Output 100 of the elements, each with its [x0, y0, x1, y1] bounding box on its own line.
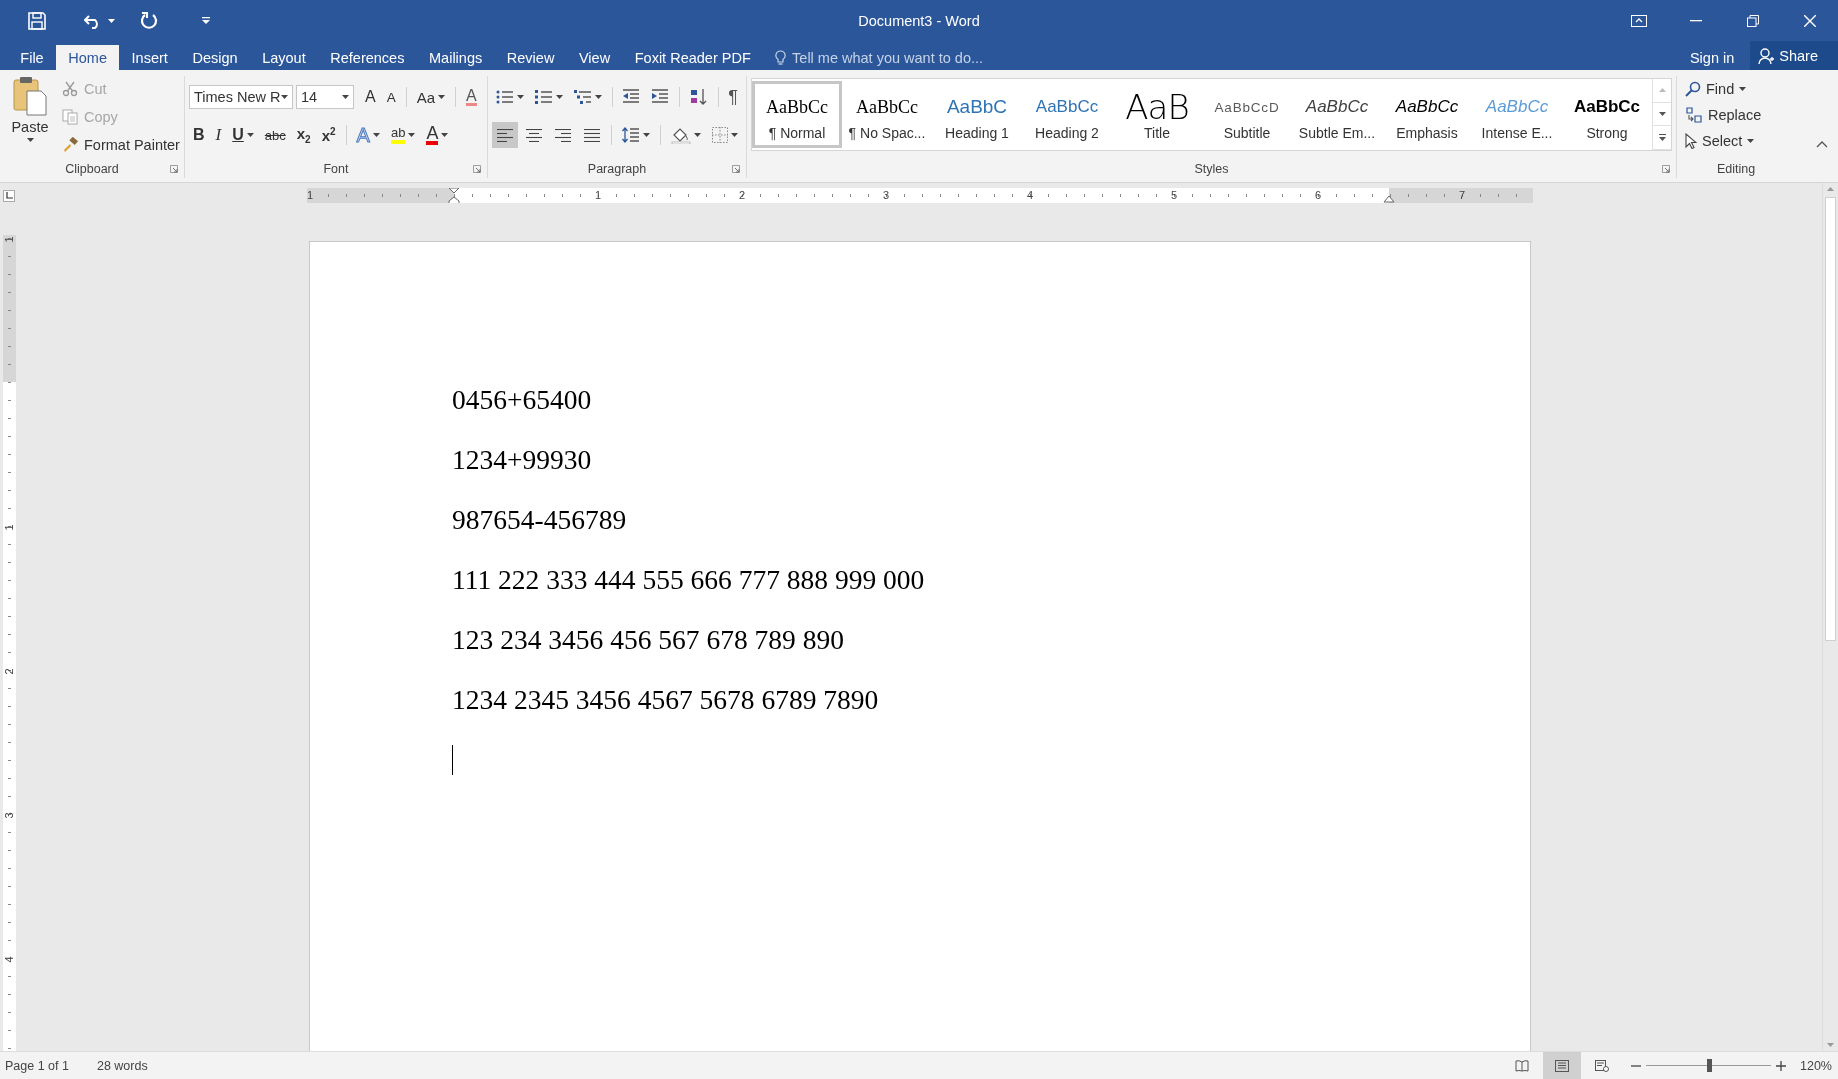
caret-icon	[1747, 139, 1755, 143]
indent-marker[interactable]	[1383, 195, 1395, 203]
zoom-level[interactable]: 120%	[1800, 1058, 1832, 1073]
align-justify-icon	[584, 128, 600, 142]
indent-marker[interactable]	[448, 188, 460, 203]
ruler-number: 1	[307, 189, 315, 202]
tell-me-field[interactable]: Tell me what you want to do...	[792, 49, 984, 66]
font-size-field[interactable]: 14	[296, 85, 354, 109]
style-item[interactable]: AaBbCc Heading 2	[1022, 81, 1112, 148]
print-view-button[interactable]	[1543, 1052, 1581, 1079]
horizontal-ruler[interactable]: 1 1 2 3 4 5 6 7	[307, 188, 1533, 203]
highlight-button[interactable]: ab	[386, 122, 420, 148]
ribbon-tab[interactable]: File	[8, 45, 56, 70]
style-item[interactable]: AaBbCc ¶ No Spac...	[842, 81, 932, 148]
ribbon-tab[interactable]: Insert	[119, 45, 181, 70]
ruler-number: 4	[1025, 189, 1035, 202]
underline-button[interactable]: U	[228, 122, 258, 148]
replace-button[interactable]: Replace	[1685, 104, 1762, 126]
ribbon-tab[interactable]: Mailings	[416, 45, 495, 70]
font-color-button[interactable]: A	[422, 122, 453, 148]
style-item[interactable]: AaBbC Heading 1	[932, 81, 1022, 148]
ruler-number: 4	[3, 955, 15, 963]
ribbon-tab[interactable]: Foxit Reader PDF	[622, 45, 764, 70]
vertical-scrollbar[interactable]	[1822, 183, 1838, 1051]
customize-icon	[202, 16, 210, 25]
caret-icon	[556, 95, 563, 99]
caret-icon	[408, 133, 416, 137]
zoom-in-button[interactable]	[1776, 1060, 1786, 1071]
line-spacing-icon	[622, 127, 640, 143]
copy-icon	[62, 109, 78, 125]
word-count: 28 words	[96, 1058, 148, 1073]
clipboard-icon	[13, 76, 47, 116]
collapse-ribbon-button[interactable]	[1816, 141, 1828, 148]
group-label: Font	[323, 162, 349, 176]
subscript-button[interactable]: x$_{2}$	[292, 122, 315, 148]
page-icon	[1555, 1059, 1569, 1072]
document-text: 1234+99930	[452, 445, 593, 475]
ribbon-tab[interactable]: Home	[55, 45, 120, 70]
style-item[interactable]: AaBbCcD Subtitle	[1202, 81, 1292, 148]
borders-icon	[712, 127, 728, 143]
paste-button[interactable]: Paste	[4, 76, 54, 160]
tab-selector-button[interactable]	[3, 189, 15, 202]
caret-icon	[643, 133, 650, 137]
caret-icon	[1739, 87, 1747, 91]
find-button[interactable]: Find	[1685, 78, 1762, 100]
style-item[interactable]: AaBbCc ¶ Normal	[752, 81, 842, 148]
caret-icon	[595, 95, 602, 99]
select-button[interactable]: Select	[1685, 130, 1762, 152]
group-label: Editing	[1716, 162, 1756, 176]
style-item[interactable]: AaBbCc Strong	[1562, 81, 1652, 148]
ribbon-tab[interactable]: View	[566, 45, 623, 70]
chevron-up-icon	[1816, 141, 1828, 148]
paint-bucket-icon	[671, 126, 691, 144]
align-center-icon	[526, 128, 542, 142]
caret-icon	[246, 133, 254, 137]
ribbon-tab[interactable]: Layout	[249, 45, 318, 70]
chevron-down-icon	[1827, 1043, 1834, 1047]
chevron-up-icon	[1658, 88, 1666, 93]
ribbon-tab[interactable]: Design	[180, 45, 250, 70]
page-count: Page 1 of 1	[5, 1058, 69, 1073]
dialog-launcher-icon[interactable]	[732, 165, 740, 173]
ribbon-tab[interactable]: Review	[494, 45, 567, 70]
dialog-launcher-icon[interactable]	[1662, 165, 1670, 173]
caret-icon	[517, 95, 524, 99]
ribbon-tab[interactable]: References	[318, 45, 417, 70]
strikethrough-button[interactable]: abc	[260, 122, 290, 148]
ruler-number: 2	[737, 189, 747, 202]
decrease-indent-icon	[622, 89, 641, 105]
align-left-button[interactable]	[492, 122, 518, 148]
dialog-launcher-icon[interactable]	[170, 165, 178, 173]
change-case-button[interactable]: Aa	[412, 84, 450, 110]
font-name-field[interactable]: Times New R	[189, 85, 293, 109]
bold-button[interactable]: B	[189, 122, 209, 148]
clear-formatting-button[interactable]: A	[462, 84, 481, 110]
italic-button[interactable]: I	[211, 122, 226, 148]
grow-font-button[interactable]: A	[361, 84, 380, 110]
caret-icon	[694, 133, 701, 137]
dialog-launcher-icon[interactable]	[473, 165, 481, 173]
ruler-number: 1	[3, 235, 15, 243]
style-item[interactable]: AaB Title	[1112, 81, 1202, 148]
style-item[interactable]: AaBbCc Intense E...	[1472, 81, 1562, 148]
format-painter-button[interactable]: Format Painter	[62, 134, 180, 156]
vertical-ruler[interactable]: 1 1 2 3 4	[2, 235, 16, 1051]
caret-icon	[438, 95, 446, 99]
show-formatting-marks-button[interactable]: ¶	[724, 84, 742, 110]
share-button[interactable]: Share	[1750, 41, 1838, 70]
ruler-number: 7	[1457, 189, 1467, 202]
shrink-font-button[interactable]: A	[382, 84, 400, 110]
text-cursor	[452, 745, 454, 775]
superscript-button[interactable]: x$^{2}$	[317, 122, 340, 148]
ruler-number: 3	[3, 811, 15, 819]
ruler-number: 2	[3, 667, 15, 675]
style-item[interactable]: AaBbCc Emphasis	[1382, 81, 1472, 148]
sign-in-link[interactable]: Sign in	[1689, 45, 1735, 70]
repeat-icon	[141, 12, 158, 29]
group-label: Styles	[1194, 162, 1229, 176]
document-text: 1234 2345 3456 4567 5678 6789 7890	[452, 685, 880, 715]
increase-indent-icon	[651, 89, 670, 105]
book-icon	[1515, 1059, 1529, 1072]
style-item[interactable]: AaBbCc Subtle Em...	[1292, 81, 1382, 148]
